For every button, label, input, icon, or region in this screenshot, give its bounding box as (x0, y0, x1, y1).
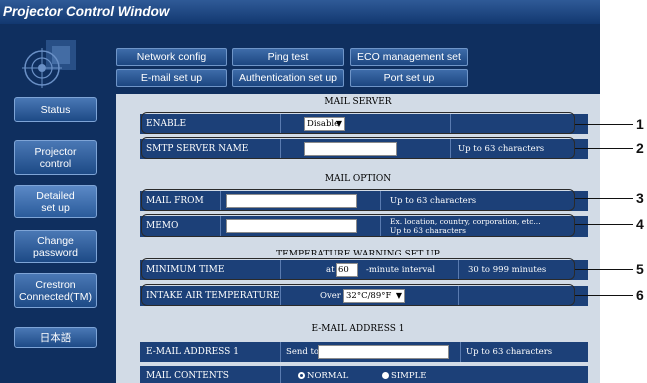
section-title-email-address-1: E-MAIL ADDRESS 1 (311, 324, 405, 334)
email-address-hint: Up to 63 characters (466, 347, 553, 357)
tab-port-setup[interactable]: Port set up (350, 69, 468, 87)
callout-number-3: 3 (636, 190, 644, 206)
sidebar: Status Projector control Detailed set up… (0, 24, 112, 383)
section-title-mail-server: MAIL SERVER (324, 97, 392, 107)
sidebar-item-crestron[interactable]: Crestron Connected(TM) (14, 273, 97, 308)
callout-box-6 (141, 284, 575, 306)
callout-box-1 (141, 112, 575, 134)
sidebar-item-projector-control[interactable]: Projector control (14, 140, 97, 175)
callout-box-2 (141, 137, 575, 159)
sidebar-item-status[interactable]: Status (14, 97, 97, 122)
radio-simple[interactable]: SIMPLE (382, 366, 426, 383)
callout-number-2: 2 (636, 140, 644, 156)
email-address-prefix: Send to (286, 347, 320, 357)
section-title-temperature: TEMPERATURE WARNING SET UP (276, 250, 440, 255)
window-title-bar: Projector Control Window (0, 0, 600, 24)
logo-icon (22, 40, 76, 88)
email-address-label: E-MAIL ADDRESS 1 (146, 347, 239, 357)
tab-eco-management[interactable]: ECO management set up (350, 48, 468, 79)
radio-normal[interactable]: NORMAL (298, 366, 348, 383)
tab-email-setup[interactable]: E-mail set up (116, 69, 227, 87)
mail-contents-label: MAIL CONTENTS (146, 371, 229, 381)
callout-number-6: 6 (636, 287, 644, 303)
email-address-input[interactable] (318, 345, 449, 359)
mail-contents-row: MAIL CONTENTS NORMAL SIMPLE (140, 366, 588, 383)
window-title: Projector Control Window (3, 4, 170, 19)
callout-box-5 (141, 258, 575, 280)
sidebar-item-detailed-setup[interactable]: Detailed set up (14, 185, 97, 218)
sidebar-item-japanese[interactable]: 日本語 (14, 327, 97, 348)
email-address-row: E-MAIL ADDRESS 1 Send to Up to 63 charac… (140, 342, 588, 362)
callout-number-4: 4 (636, 216, 644, 232)
callout-number-5: 5 (636, 261, 644, 277)
callout-box-4 (141, 214, 575, 237)
tab-ping-test[interactable]: Ping test (232, 48, 344, 66)
radio-unselected-icon (382, 372, 389, 379)
tab-network-config[interactable]: Network config (116, 48, 227, 66)
section-title-mail-option: MAIL OPTION (324, 174, 392, 184)
radio-selected-icon (298, 372, 305, 379)
sidebar-item-change-password[interactable]: Change password (14, 230, 97, 263)
tab-authentication-setup[interactable]: Authentication set up (232, 69, 344, 87)
callout-box-3 (141, 189, 575, 211)
callout-number-1: 1 (636, 116, 644, 132)
